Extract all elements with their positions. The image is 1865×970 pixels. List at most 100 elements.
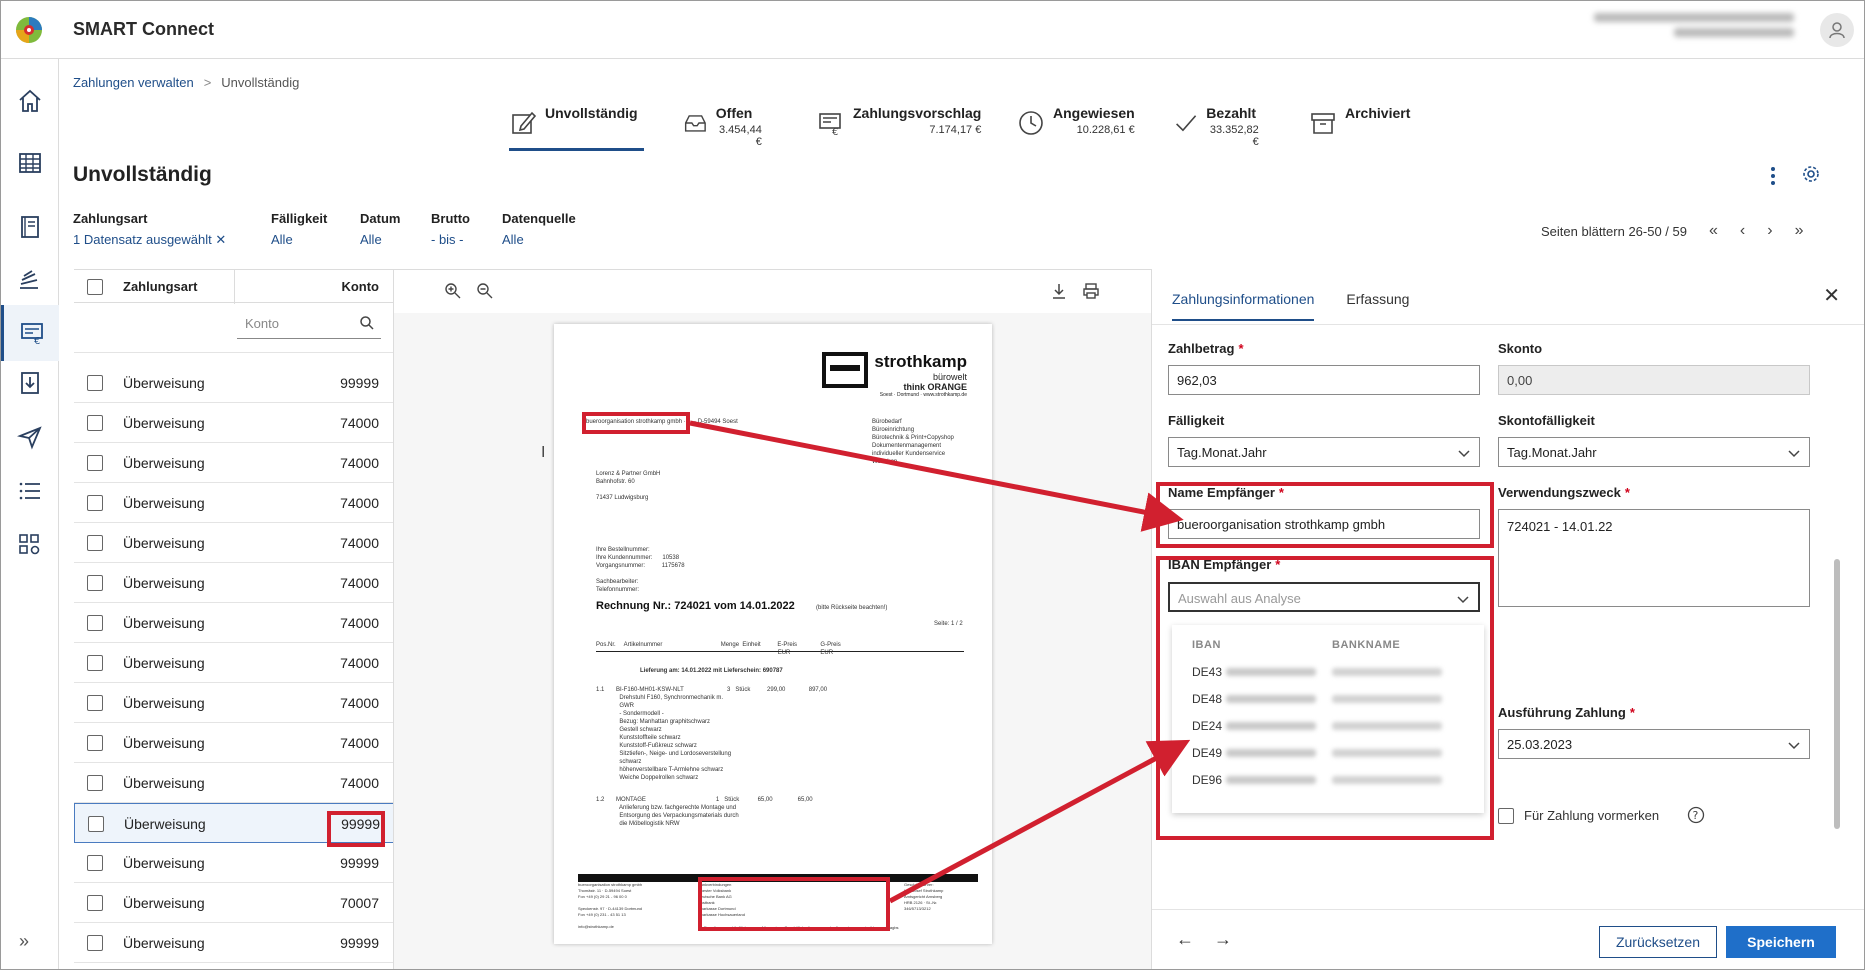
filter-value[interactable]: Alle xyxy=(502,232,576,247)
import-icon xyxy=(21,372,39,394)
tab-bezahlt[interactable]: Bezahlt 33.352,82 € xyxy=(1173,105,1259,151)
filter-value[interactable]: - bis - xyxy=(431,232,470,247)
last-page-icon[interactable]: » xyxy=(1795,222,1804,240)
filter-value[interactable]: Alle xyxy=(360,232,400,247)
nav-table[interactable] xyxy=(1,135,59,191)
zoom-out-icon[interactable] xyxy=(476,282,494,300)
search-icon[interactable] xyxy=(359,315,375,331)
tab-zahlungsvorschlag[interactable]: € Zahlungsvorschlag 7.174,17 € xyxy=(817,105,981,151)
doc-invoice-note: (bitte Rückseite beachten!) xyxy=(816,605,888,611)
table-row[interactable]: Überweisung 99999 xyxy=(74,923,393,963)
skontofaelligkeit-select[interactable]: Tag.Monat.Jahr xyxy=(1498,437,1810,467)
chevron-down-icon xyxy=(1788,742,1800,750)
close-icon[interactable]: ✕ xyxy=(1823,283,1840,308)
edit-icon xyxy=(512,111,537,134)
nav-home[interactable] xyxy=(1,73,59,129)
tab-angewiesen[interactable]: Angewiesen 10.228,61 € xyxy=(1017,105,1135,151)
table-row[interactable]: Überweisung 74000 xyxy=(74,523,393,563)
table-row[interactable]: Überweisung 74000 xyxy=(74,403,393,443)
nav-documents[interactable] xyxy=(1,253,59,309)
konto-filter-input[interactable]: Konto xyxy=(237,309,381,339)
table-row[interactable]: Überweisung 99999 xyxy=(74,843,393,883)
filter-datum[interactable]: Datum Alle xyxy=(360,211,400,247)
table-row[interactable]: Überweisung 74000 xyxy=(74,763,393,803)
prev-page-icon[interactable]: ‹ xyxy=(1740,222,1745,240)
tab-erfassung[interactable]: Erfassung xyxy=(1346,281,1409,321)
next-page-icon[interactable]: › xyxy=(1767,222,1772,240)
nav-settings-grid[interactable] xyxy=(1,517,59,573)
ausfuehrung-zahlung-select[interactable]: 25.03.2023 xyxy=(1498,729,1810,759)
table-row[interactable]: Überweisung 74000 xyxy=(74,563,393,603)
book-icon xyxy=(21,216,39,238)
cell-konto: 74000 xyxy=(340,615,379,631)
iban-empfaenger-select[interactable]: Auswahl aus Analyse xyxy=(1168,582,1480,612)
tab-unvollstaendig[interactable]: Unvollständig xyxy=(509,105,644,151)
nav-import[interactable] xyxy=(1,355,59,411)
cell-konto: 74000 xyxy=(340,575,379,591)
filter-brutto[interactable]: Brutto - bis - xyxy=(431,211,470,247)
more-options-icon[interactable] xyxy=(1763,165,1783,187)
invoice-document[interactable]: strothkamp bürowelt think ORANGE Soest ·… xyxy=(554,324,992,944)
dropdown-header-bankname: BANKNAME xyxy=(1332,639,1401,651)
tab-label: Offen xyxy=(715,105,753,121)
iban-option[interactable]: DE49 xyxy=(1172,740,1484,767)
zoom-in-icon[interactable] xyxy=(444,282,462,300)
table-row[interactable]: Überweisung 74000 xyxy=(74,443,393,483)
download-icon[interactable] xyxy=(1050,282,1068,300)
filter-faelligkeit[interactable]: Fälligkeit Alle xyxy=(271,211,327,247)
user-avatar[interactable] xyxy=(1820,13,1854,47)
zahlbetrag-input[interactable]: 962,03 xyxy=(1168,365,1480,395)
tab-offen[interactable]: Offen 3.454,44 € xyxy=(683,105,762,151)
table-row[interactable]: Überweisung 99999 xyxy=(74,363,393,403)
table-row[interactable]: Überweisung 74000 xyxy=(74,483,393,523)
logo-sub: Soest · Dortmund · www.strothkamp.de xyxy=(879,392,967,398)
panel-scrollbar[interactable] xyxy=(1832,359,1842,899)
table-row[interactable]: Überweisung 99999 xyxy=(74,803,393,843)
user-name-blurred xyxy=(1594,13,1794,43)
breadcrumb-link[interactable]: Zahlungen verwalten xyxy=(73,75,194,90)
page-title: Unvollständig xyxy=(73,163,212,186)
table-row[interactable]: Überweisung 74000 xyxy=(74,723,393,763)
gear-icon[interactable] xyxy=(1801,164,1821,184)
filter-label: Zahlungsart xyxy=(73,211,148,226)
tab-zahlungsinformationen[interactable]: Zahlungsinformationen xyxy=(1172,281,1315,321)
inbox-icon xyxy=(684,115,706,132)
faelligkeit-select[interactable]: Tag.Monat.Jahr xyxy=(1168,437,1480,467)
iban-option[interactable]: DE96 xyxy=(1172,767,1484,794)
next-record-icon[interactable]: → xyxy=(1214,929,1232,950)
filter-value[interactable]: 1 Datensatz ausgewählt ✕ xyxy=(73,232,226,248)
filter-label: Datenquelle xyxy=(502,211,576,226)
verwendungszweck-textarea[interactable]: 724021 - 14.01.22 xyxy=(1498,509,1810,607)
chevron-down-icon xyxy=(1457,596,1469,604)
table-row[interactable]: Überweisung 74000 xyxy=(74,683,393,723)
cell-konto: 99999 xyxy=(340,375,379,391)
column-header-konto[interactable]: Konto xyxy=(74,279,379,294)
iban-option[interactable]: DE24 xyxy=(1172,713,1484,740)
vormerken-checkbox[interactable] xyxy=(1498,808,1514,824)
nav-payments[interactable]: € xyxy=(1,305,59,361)
reset-button[interactable]: Zurücksetzen xyxy=(1599,926,1717,958)
name-empfaenger-input[interactable]: bueroorganisation strothkamp gmbh xyxy=(1168,509,1480,539)
first-page-icon[interactable]: « xyxy=(1709,222,1718,240)
iban-option[interactable]: DE43 xyxy=(1172,659,1484,686)
pager-text: Seiten blättern 26-50 / 59 xyxy=(1541,223,1687,239)
doc-footer-note: Es gelten ausschließlich unsere Allgemei… xyxy=(704,925,899,930)
save-button[interactable]: Speichern xyxy=(1726,926,1836,958)
previous-record-icon[interactable]: ← xyxy=(1176,929,1194,950)
filter-datenquelle[interactable]: Datenquelle Alle xyxy=(502,211,576,247)
expand-nav-icon[interactable]: » xyxy=(19,931,29,952)
table-row[interactable]: Überweisung 74000 xyxy=(74,603,393,643)
nav-send[interactable] xyxy=(1,409,59,465)
table-row[interactable]: Überweisung 70007 xyxy=(74,883,393,923)
tab-archiviert[interactable]: Archiviert xyxy=(1309,105,1410,151)
help-icon[interactable]: ? xyxy=(1687,806,1705,824)
cell-konto: 74000 xyxy=(340,735,379,751)
nav-book[interactable] xyxy=(1,199,59,255)
filter-zahlungsart[interactable]: Zahlungsart 1 Datensatz ausgewählt ✕ xyxy=(73,211,226,248)
print-icon[interactable] xyxy=(1082,282,1100,300)
filter-value[interactable]: Alle xyxy=(271,232,327,247)
table-row[interactable]: Überweisung 74000 xyxy=(74,643,393,683)
iban-option[interactable]: DE48 xyxy=(1172,686,1484,713)
nav-list[interactable] xyxy=(1,463,59,519)
doc-footer-left: bueroorganisation strothkamp gmbh Thomäs… xyxy=(578,882,643,929)
